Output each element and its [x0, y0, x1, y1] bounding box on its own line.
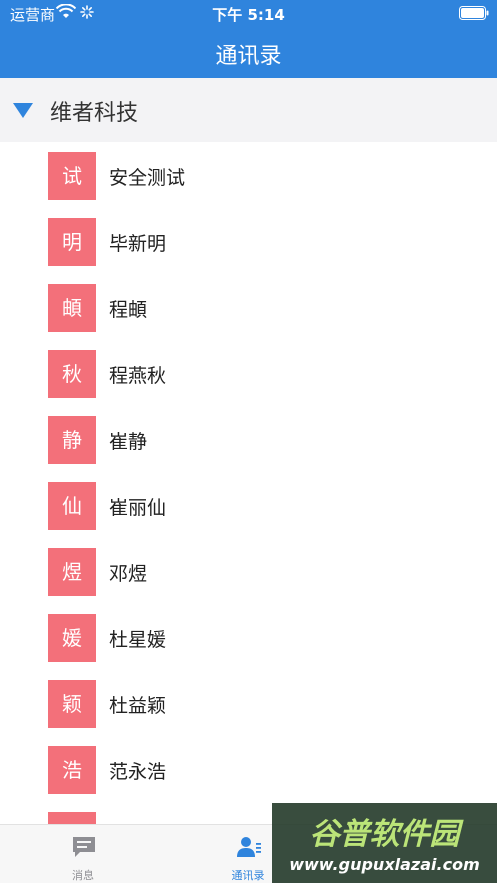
contact-name: 安全测试 — [109, 167, 186, 189]
status-bar: 运营商 下午 5:14 — [0, 0, 497, 26]
avatar: 秋 — [48, 350, 96, 398]
contact-row[interactable]: 秋 程燕秋 — [0, 340, 497, 406]
group-header-weizhe[interactable]: 维者科技 — [0, 78, 497, 142]
avatar — [48, 812, 96, 824]
contact-row[interactable]: 静 崔静 — [0, 406, 497, 472]
avatar: 明 — [48, 218, 96, 266]
avatar: 媛 — [48, 614, 96, 662]
avatar: 静 — [48, 416, 96, 464]
group-name: 维者科技 — [50, 101, 139, 126]
watermark-title: 谷普软件园 — [309, 817, 460, 852]
message-icon — [73, 837, 95, 857]
avatar: 頔 — [48, 284, 96, 332]
navigation-bar: 通讯录 — [0, 26, 497, 78]
contact-name: 崔丽仙 — [109, 497, 167, 519]
contact-row[interactable]: 试 安全测试 — [0, 142, 497, 208]
tab-label: 消息 — [72, 869, 94, 882]
contact-row[interactable]: 颖 杜益颖 — [0, 670, 497, 736]
avatar: 煜 — [48, 548, 96, 596]
battery-icon — [459, 6, 489, 20]
contact-row[interactable]: 仙 崔丽仙 — [0, 472, 497, 538]
avatar: 试 — [48, 152, 96, 200]
contact-name: 杜星媛 — [109, 629, 167, 651]
contact-name: 邓煜 — [109, 563, 148, 585]
contact-name: 程燕秋 — [109, 365, 167, 387]
contact-name: 程頔 — [109, 299, 148, 321]
contact-row[interactable]: 頔 程頔 — [0, 274, 497, 340]
watermark: 谷普软件园 www.gupuxlazai.com — [272, 803, 497, 883]
contact-row[interactable]: 煜 邓煜 — [0, 538, 497, 604]
page-title: 通讯录 — [215, 44, 282, 69]
contact-name: 毕新明 — [109, 233, 167, 255]
contact-name: 崔静 — [109, 431, 148, 453]
status-time: 下午 5:14 — [212, 6, 285, 24]
contact-row[interactable]: 媛 杜星媛 — [0, 604, 497, 670]
tab-messages[interactable]: 消息 — [33, 825, 133, 883]
watermark-url: www.gupuxlazai.com — [289, 855, 480, 874]
contact-name: 范永浩 — [109, 761, 167, 783]
contacts-icon — [237, 837, 261, 857]
avatar: 浩 — [48, 746, 96, 794]
contact-row[interactable]: 明 毕新明 — [0, 208, 497, 274]
avatar: 颖 — [48, 680, 96, 728]
contact-name: 杜益颖 — [109, 695, 167, 717]
contact-list[interactable]: 试 安全测试 明 毕新明 頔 程頔 秋 程燕秋 静 崔静 仙 崔丽仙 煜 邓煜 … — [0, 142, 497, 824]
caret-down-icon — [13, 103, 33, 118]
avatar: 仙 — [48, 482, 96, 530]
contact-row[interactable]: 浩 范永浩 — [0, 736, 497, 802]
